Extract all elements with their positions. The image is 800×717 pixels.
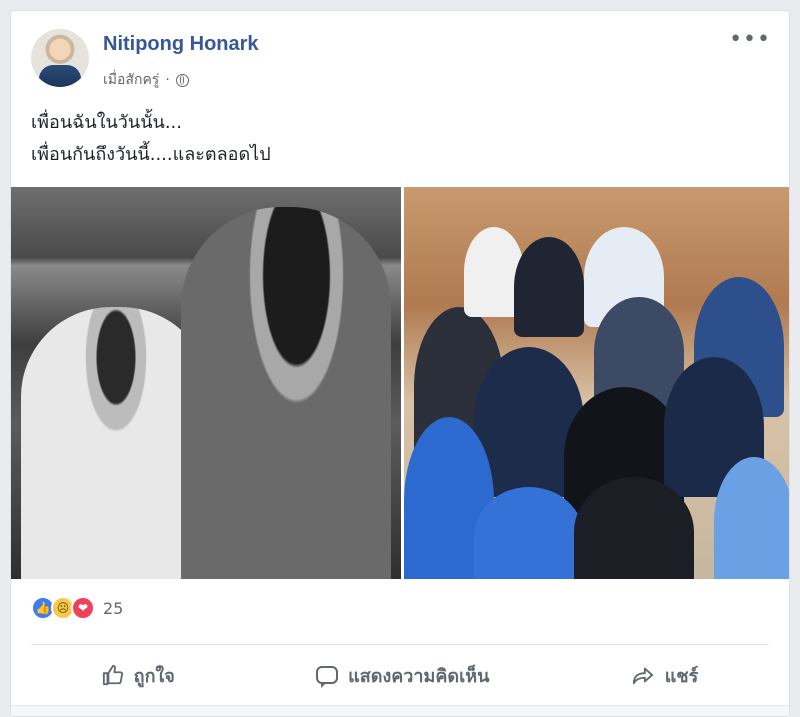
comment-button[interactable]: แสดงความคิดเห็น bbox=[316, 661, 489, 690]
meta-separator: · bbox=[165, 72, 170, 88]
action-bar: ถูกใจ แสดงความคิดเห็น แชร์ bbox=[31, 651, 769, 699]
avatar-figure bbox=[39, 65, 81, 87]
comments-area bbox=[11, 705, 789, 716]
photo-black-white-friends[interactable] bbox=[11, 187, 401, 579]
globe-icon[interactable] bbox=[175, 73, 189, 87]
post-card: Nitipong Honark เมื่อสักครู่ · ••• เพื่อ… bbox=[10, 10, 790, 717]
share-label: แชร์ bbox=[664, 665, 699, 687]
share-icon bbox=[632, 667, 653, 685]
more-options-icon[interactable]: ••• bbox=[729, 29, 771, 51]
like-button[interactable]: ถูกใจ bbox=[102, 661, 175, 690]
thumbs-up-icon bbox=[102, 664, 123, 686]
post-timestamp[interactable]: เมื่อสักครู่ bbox=[103, 69, 159, 91]
photo-group-friends[interactable] bbox=[404, 187, 789, 579]
photo-group-person bbox=[474, 487, 584, 579]
comment-label: แสดงความคิดเห็น bbox=[348, 665, 490, 687]
photo-person-right bbox=[181, 207, 391, 579]
reaction-count[interactable]: 25 bbox=[103, 599, 123, 618]
post-text-line: เพื่อนฉันในวันนั้น... bbox=[31, 112, 182, 133]
photo-group-person bbox=[714, 457, 789, 579]
share-button[interactable]: แชร์ bbox=[631, 661, 699, 690]
love-reaction-icon: ❤ bbox=[71, 596, 95, 620]
like-label: ถูกใจ bbox=[133, 665, 175, 687]
post-text: เพื่อนฉันในวันนั้น... เพื่อนกันถึงวันนี้… bbox=[31, 107, 271, 171]
photo-group-person bbox=[574, 477, 694, 579]
photo-grid bbox=[11, 187, 789, 579]
post-text-line: เพื่อนกันถึงวันนี้....และตลอดไป bbox=[31, 144, 271, 165]
comment-icon bbox=[316, 666, 339, 688]
post-meta: เมื่อสักครู่ · bbox=[103, 69, 189, 91]
author-avatar[interactable] bbox=[31, 29, 89, 87]
photo-group-person bbox=[514, 237, 584, 337]
reactions-summary[interactable]: 👍 ☹ ❤ 25 bbox=[31, 596, 123, 620]
actions-divider bbox=[31, 644, 769, 645]
author-name[interactable]: Nitipong Honark bbox=[103, 33, 259, 56]
